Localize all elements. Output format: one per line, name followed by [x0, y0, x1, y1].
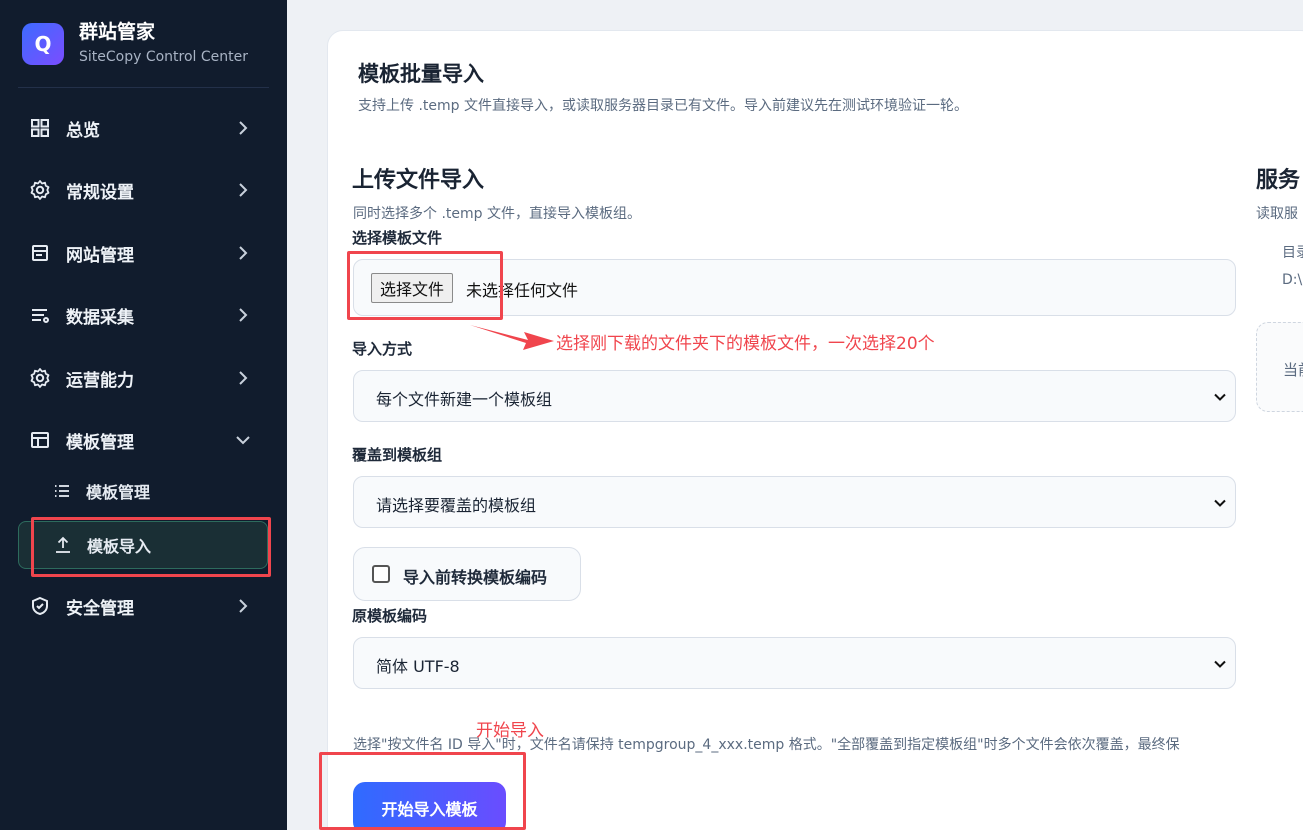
sidebar-item-security[interactable]: 安全管理: [18, 582, 268, 630]
chevron-down-icon: [1214, 660, 1226, 668]
chevron-down-icon: [1214, 393, 1226, 401]
chevron-right-icon: [239, 599, 248, 613]
encoding-value: 简体 UTF-8: [376, 657, 460, 676]
brand-subtitle: SiteCopy Control Center: [79, 49, 249, 65]
divider: [18, 87, 269, 88]
chevron-right-icon: [239, 121, 248, 135]
chevron-down-icon: [1214, 499, 1226, 507]
list-icon: [52, 481, 72, 501]
chevron-down-icon: [236, 436, 250, 445]
shield-icon: [29, 595, 51, 617]
app-logo: Q: [22, 22, 64, 65]
chevron-right-icon: [239, 183, 248, 197]
server-box-text: 当前: [1283, 361, 1303, 379]
sidebar-item-operations[interactable]: 运营能力: [18, 354, 268, 402]
convert-encoding-checkbox[interactable]: [372, 565, 390, 583]
sidebar-item-template-management[interactable]: 模板管理: [18, 416, 268, 464]
sidebar-subitem-label: 模板管理: [86, 483, 151, 502]
brand-title: 群站管家: [79, 21, 156, 43]
sidebar-item-overview[interactable]: 总览: [18, 104, 268, 152]
sidebar-item-site-management[interactable]: 网站管理: [18, 229, 268, 277]
upload-section-desc: 同时选择多个 .temp 文件，直接导入模板组。: [353, 206, 641, 222]
cover-group-value: 请选择要覆盖的模板组: [376, 496, 537, 515]
sidebar-item-label: 总览: [66, 120, 100, 141]
sidebar-subitem-template-management[interactable]: 模板管理: [18, 467, 268, 515]
import-mode-select[interactable]: 每个文件新建一个模板组: [353, 370, 1236, 422]
encoding-label: 原模板编码: [352, 607, 428, 625]
sidebar: Q 群站管家 SiteCopy Control Center 总览 常规设置 网…: [0, 0, 287, 830]
server-section-desc: 读取服: [1256, 206, 1298, 222]
encoding-select[interactable]: 简体 UTF-8: [353, 637, 1236, 689]
gear-icon: [29, 367, 51, 389]
chevron-right-icon: [239, 371, 248, 385]
grid-icon: [29, 117, 51, 139]
page-title: 模板批量导入: [358, 62, 484, 86]
sidebar-item-label: 模板管理: [66, 432, 134, 453]
annotation-box-submit: [319, 752, 526, 830]
annotation-file-note: 选择刚下载的文件夹下的模板文件，一次选择20个: [556, 334, 935, 354]
annotation-box-sidebar: [31, 517, 271, 577]
server-file-dropzone[interactable]: 当前: [1256, 322, 1303, 412]
import-mode-value: 每个文件新建一个模板组: [376, 390, 553, 409]
server-section-title: 服务: [1256, 168, 1301, 193]
sidebar-item-label: 数据采集: [66, 307, 134, 328]
cover-group-select[interactable]: 请选择要覆盖的模板组: [353, 476, 1236, 528]
server-dir-label: 目录: [1282, 245, 1303, 261]
brand[interactable]: Q 群站管家 SiteCopy Control Center: [22, 20, 248, 67]
page-description: 支持上传 .temp 文件直接导入，或读取服务器目录已有文件。导入前建议先在测试…: [358, 98, 968, 114]
annotation-arrow-icon: [470, 325, 554, 350]
annotation-start-note: 开始导入: [476, 721, 544, 741]
gear-icon: [29, 179, 51, 201]
sidebar-item-label: 常规设置: [66, 182, 134, 203]
server-dir-path: D:\: [1282, 272, 1303, 288]
sidebar-item-label: 网站管理: [66, 245, 134, 266]
cover-group-label: 覆盖到模板组: [352, 446, 443, 464]
list-filter-icon: [29, 304, 51, 326]
browser-window-icon: [29, 242, 51, 264]
sidebar-item-data-collection[interactable]: 数据采集: [18, 291, 268, 339]
main-card: [327, 30, 1303, 830]
sidebar-item-general-settings[interactable]: 常规设置: [18, 166, 268, 214]
sidebar-item-label: 运营能力: [66, 370, 134, 391]
annotation-box-file: [347, 251, 503, 320]
import-mode-label: 导入方式: [352, 340, 413, 358]
file-field-label: 选择模板文件: [352, 229, 443, 247]
sidebar-item-label: 安全管理: [66, 598, 134, 619]
chevron-right-icon: [239, 308, 248, 322]
layout-icon: [29, 429, 51, 451]
convert-encoding-option[interactable]: 导入前转换模板编码: [353, 547, 581, 601]
convert-encoding-label: 导入前转换模板编码: [403, 568, 548, 587]
chevron-right-icon: [239, 246, 248, 260]
upload-section-title: 上传文件导入: [352, 168, 485, 193]
